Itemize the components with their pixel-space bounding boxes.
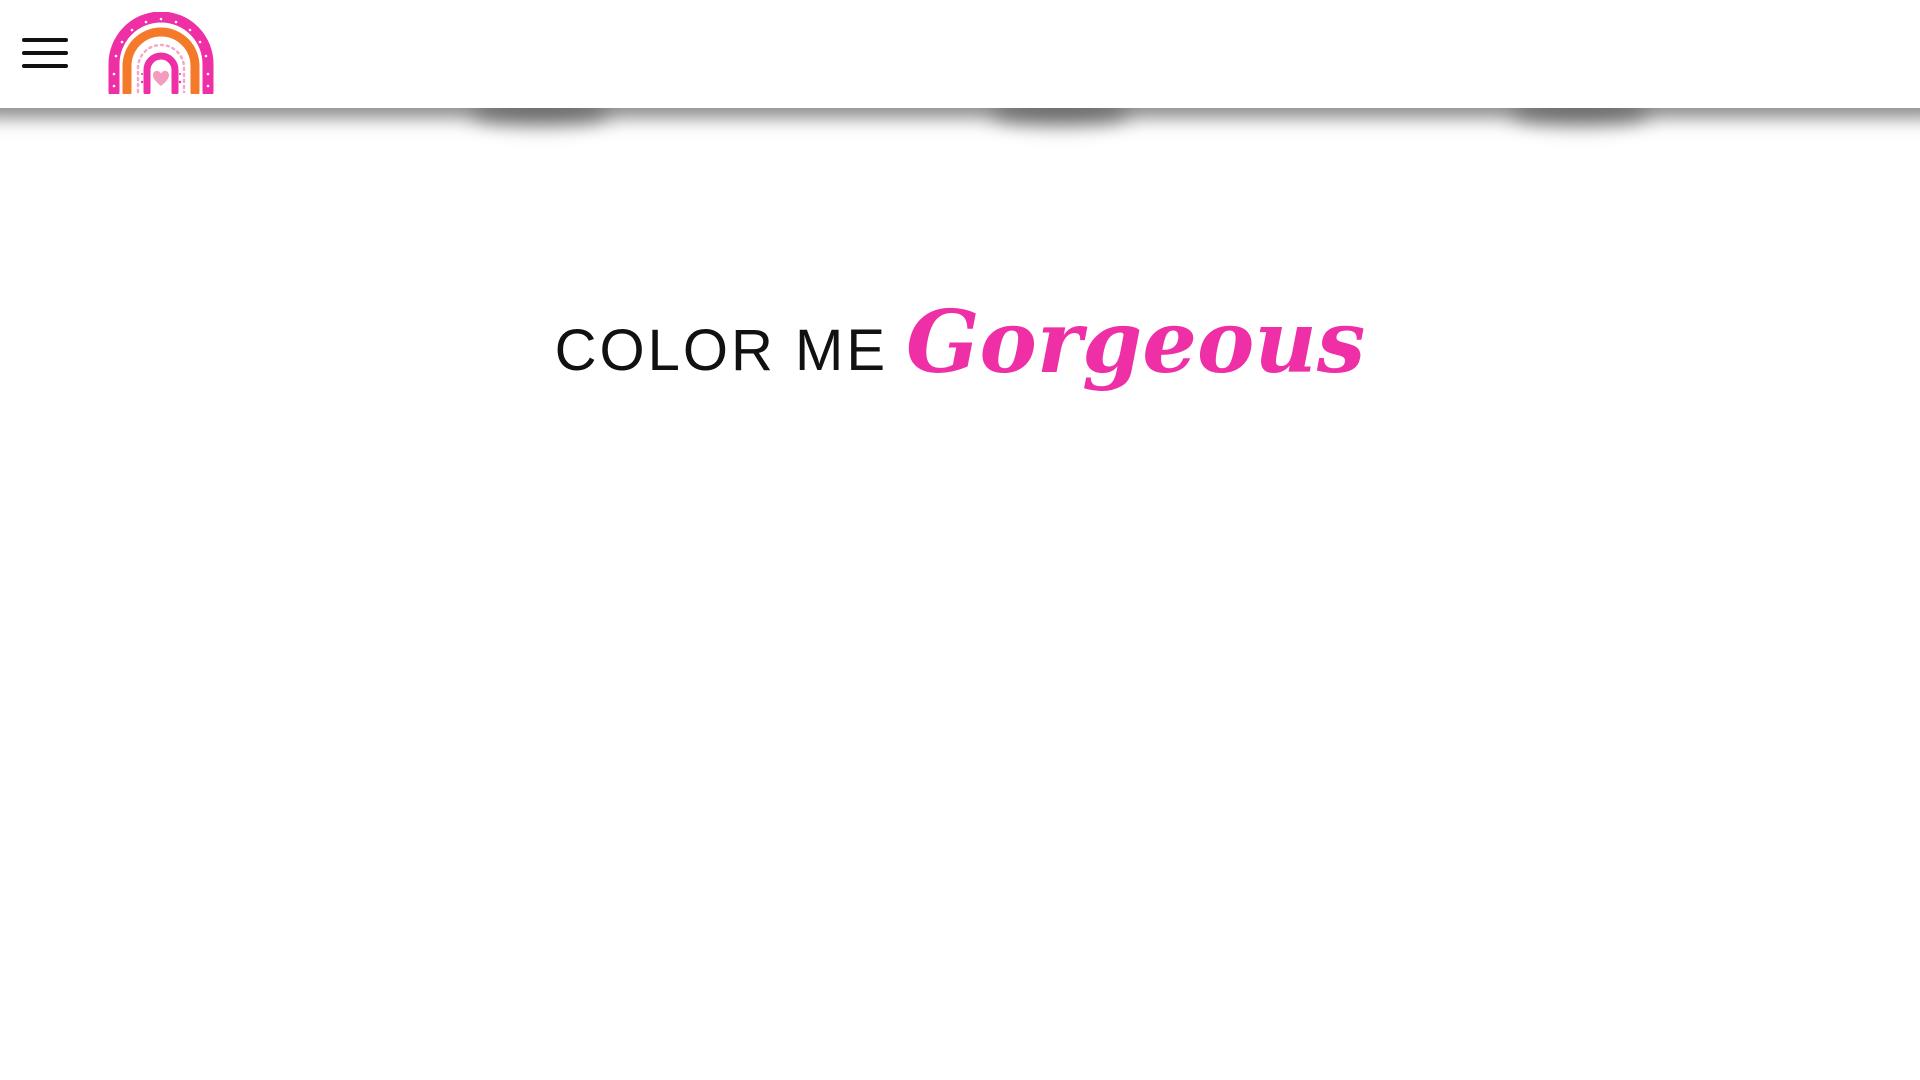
hero-title-script: Gorgeous [906, 292, 1366, 393]
menu-line [22, 64, 68, 68]
header-shadow [0, 108, 1920, 150]
site-header [0, 0, 1920, 108]
rainbow-logo-icon[interactable] [106, 12, 216, 94]
hero-title-plain: COLOR ME [554, 318, 889, 383]
hero-title: COLOR ME Gorgeous [0, 292, 1920, 420]
menu-line [22, 51, 68, 55]
hamburger-menu-icon[interactable] [22, 36, 70, 70]
menu-line [22, 38, 68, 42]
